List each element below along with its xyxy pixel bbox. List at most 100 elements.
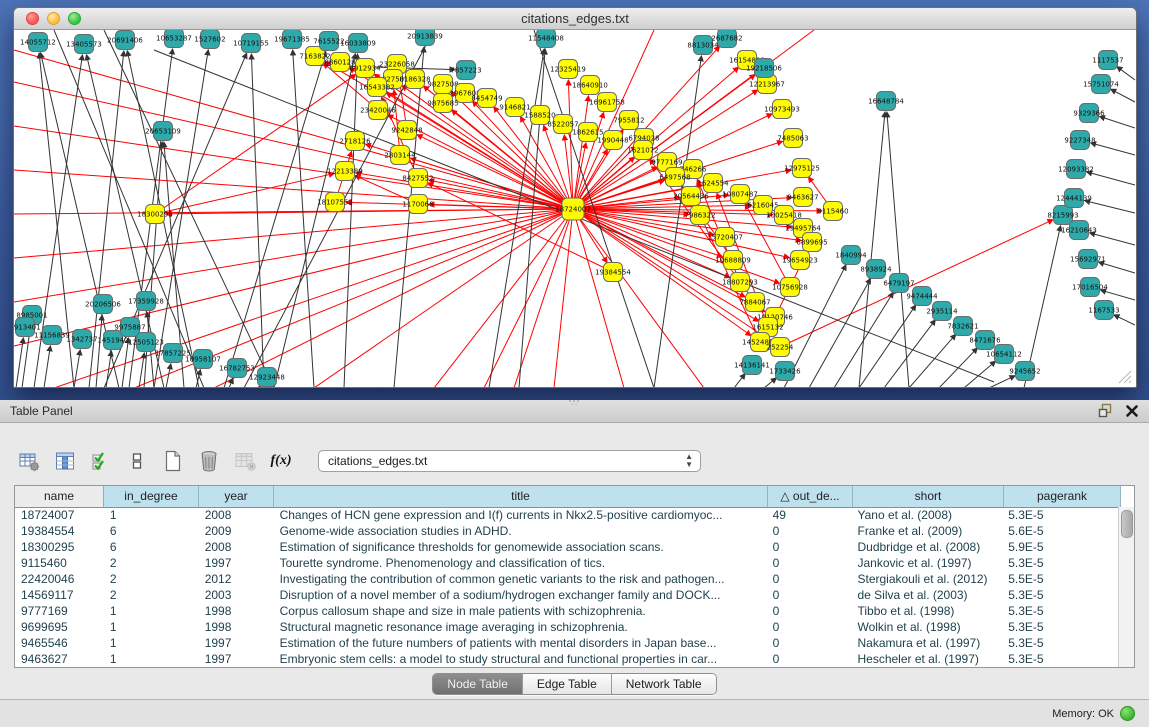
graph-node-19384554[interactable]: 19384554: [595, 263, 631, 282]
graph-node-16033809[interactable]: 16033809: [340, 34, 376, 53]
cell-title[interactable]: Changes of HCN gene expression and I(f) …: [274, 507, 767, 523]
graph-node-8938924[interactable]: 8938924: [860, 260, 892, 279]
cell-in_degree[interactable]: 2: [104, 555, 199, 571]
cell-out_de[interactable]: 0: [767, 539, 852, 555]
cell-year[interactable]: 1998: [199, 619, 274, 635]
scrollbar-thumb[interactable]: [1121, 510, 1133, 538]
cell-pagerank[interactable]: 5.3E-5: [1002, 635, 1119, 651]
graph-node-18107552[interactable]: 18107552: [317, 193, 353, 212]
table-chooser-dropdown[interactable]: citations_edges.txt ▲▼: [318, 450, 701, 472]
graph-node-1117537[interactable]: 1117537: [1092, 51, 1123, 70]
cell-year[interactable]: 2008: [199, 507, 274, 523]
cell-out_de[interactable]: 0: [767, 523, 852, 539]
graph-node-16961758[interactable]: 16961758: [589, 93, 625, 112]
cell-short[interactable]: Tibbo et al. (1998): [851, 603, 1002, 619]
graph-node-17016504[interactable]: 17016504: [1072, 278, 1108, 297]
table-row[interactable]: 946362711997Embryonic stem cells: a mode…: [15, 651, 1119, 667]
cell-name[interactable]: 18300295: [15, 539, 104, 555]
cell-out_de[interactable]: 0: [767, 587, 852, 603]
cell-year[interactable]: 1998: [199, 603, 274, 619]
network-canvas[interactable]: 1872400771638228860128891293423226058982…: [14, 30, 1135, 387]
cell-pagerank[interactable]: 5.5E-5: [1002, 571, 1119, 587]
memory-indicator[interactable]: Memory: OK: [1052, 706, 1135, 721]
graph-node-9227348[interactable]: 9227348: [1064, 131, 1095, 150]
cell-in_degree[interactable]: 1: [104, 635, 199, 651]
show-columns-button[interactable]: [54, 450, 76, 472]
cell-pagerank[interactable]: 5.3E-5: [1002, 587, 1119, 603]
graph-node-12975125[interactable]: 12975125: [784, 159, 820, 178]
cell-name[interactable]: 9699695: [15, 619, 104, 635]
vertical-scrollbar[interactable]: [1118, 507, 1134, 667]
create-column-button[interactable]: [162, 450, 184, 472]
cell-year[interactable]: 1997: [199, 635, 274, 651]
node-attribute-table[interactable]: namein_degreeyeartitle△ out_de...shortpa…: [14, 485, 1135, 668]
cell-out_de[interactable]: 0: [767, 571, 852, 587]
select-all-columns-button[interactable]: [90, 450, 112, 472]
table-row[interactable]: 969969511998Structural magnetic resonanc…: [15, 619, 1119, 635]
table-row[interactable]: 1938455462009Genome-wide association stu…: [15, 523, 1119, 539]
cell-title[interactable]: Corpus callosum shape and size in male p…: [274, 603, 767, 619]
cell-pagerank[interactable]: 5.3E-5: [1002, 619, 1119, 635]
tab-edge-table[interactable]: Edge Table: [523, 674, 612, 694]
graph-node-14136141[interactable]: 14136141: [734, 356, 770, 375]
graph-node-6479197[interactable]: 6479197: [883, 274, 914, 293]
cell-in_degree[interactable]: 1: [104, 603, 199, 619]
graph-node-20653109[interactable]: 20653109: [145, 122, 181, 141]
cell-title[interactable]: Disruption of a novel member of a sodium…: [274, 587, 767, 603]
cell-name[interactable]: 9465546: [15, 635, 104, 651]
cell-short[interactable]: de Silva et al. (2003): [851, 587, 1002, 603]
column-header-year[interactable]: year: [199, 486, 274, 507]
graph-node-7857223[interactable]: 7857223: [450, 61, 481, 80]
cell-short[interactable]: Stergiakouli et al. (2012): [851, 571, 1002, 587]
graph-node-12444139[interactable]: 12444139: [1056, 189, 1092, 208]
graph-node-20206506[interactable]: 20206506: [85, 295, 121, 314]
column-header-in_degree[interactable]: in_degree: [104, 486, 199, 507]
graph-node-9329366[interactable]: 9329366: [1073, 104, 1105, 123]
graph-node-12093382[interactable]: 12093382: [1058, 160, 1094, 179]
cell-title[interactable]: Estimation of significance thresholds fo…: [274, 539, 767, 555]
column-header-out_de[interactable]: △ out_de...: [768, 486, 853, 507]
cell-short[interactable]: Wolkin et al. (1998): [851, 619, 1002, 635]
tab-network-table[interactable]: Network Table: [612, 674, 716, 694]
cell-title[interactable]: Structural magnetic resonance image aver…: [274, 619, 767, 635]
cell-out_de[interactable]: 0: [767, 603, 852, 619]
cell-out_de[interactable]: 49: [767, 507, 852, 523]
cell-title[interactable]: Investigating the contribution of common…: [274, 571, 767, 587]
cell-name[interactable]: 9115460: [15, 555, 104, 571]
cell-short[interactable]: Nakamura et al. (1997): [851, 635, 1002, 651]
citation-network-graph[interactable]: 1872400771638228860128891293423226058982…: [14, 30, 1135, 387]
cell-year[interactable]: 2003: [199, 587, 274, 603]
graph-node-7832621[interactable]: 7832621: [947, 317, 978, 336]
cell-year[interactable]: 2009: [199, 523, 274, 539]
graph-node-10719155[interactable]: 10719155: [233, 34, 269, 53]
cell-year[interactable]: 1997: [199, 555, 274, 571]
network-view-window[interactable]: citations_edges.txt 18724007716382288601…: [13, 7, 1137, 388]
cell-title[interactable]: Estimation of the future numbers of pati…: [274, 635, 767, 651]
cell-year[interactable]: 1997: [199, 651, 274, 667]
graph-node-20691406[interactable]: 20691406: [107, 31, 143, 50]
graph-node-19671385[interactable]: 19671385: [274, 30, 310, 49]
graph-node-17359928[interactable]: 17359928: [128, 292, 164, 311]
graph-node-9242848[interactable]: 9242848: [391, 121, 422, 140]
cell-name[interactable]: 9777169: [15, 603, 104, 619]
graph-node-10756928[interactable]: 10756928: [772, 278, 808, 297]
graph-node-9463627[interactable]: 9463627: [787, 188, 818, 207]
graph-node-9474444[interactable]: 9474444: [906, 287, 938, 306]
cell-name[interactable]: 14569117: [15, 587, 104, 603]
window-resize-grip[interactable]: [1116, 368, 1132, 384]
graph-node-19654923[interactable]: 19654923: [782, 251, 818, 270]
cell-short[interactable]: Dudbridge et al. (2008): [851, 539, 1002, 555]
delete-table-button[interactable]: [234, 450, 256, 472]
float-panel-icon[interactable]: [1098, 403, 1113, 418]
graph-node-10973493[interactable]: 10973493: [764, 100, 800, 119]
cell-name[interactable]: 19384554: [15, 523, 104, 539]
table-options-button[interactable]: [18, 450, 40, 472]
column-header-short[interactable]: short: [853, 486, 1004, 507]
graph-node-1167533[interactable]: 1167533: [1088, 301, 1119, 320]
graph-node-7485063[interactable]: 7485063: [777, 129, 808, 148]
cell-short[interactable]: Hescheler et al. (1997): [851, 651, 1002, 667]
graph-node-9115460[interactable]: 9115460: [817, 202, 848, 221]
graph-node-16648784[interactable]: 16648784: [868, 92, 904, 111]
graph-node-10653287[interactable]: 10653287: [156, 30, 192, 48]
cell-in_degree[interactable]: 2: [104, 571, 199, 587]
